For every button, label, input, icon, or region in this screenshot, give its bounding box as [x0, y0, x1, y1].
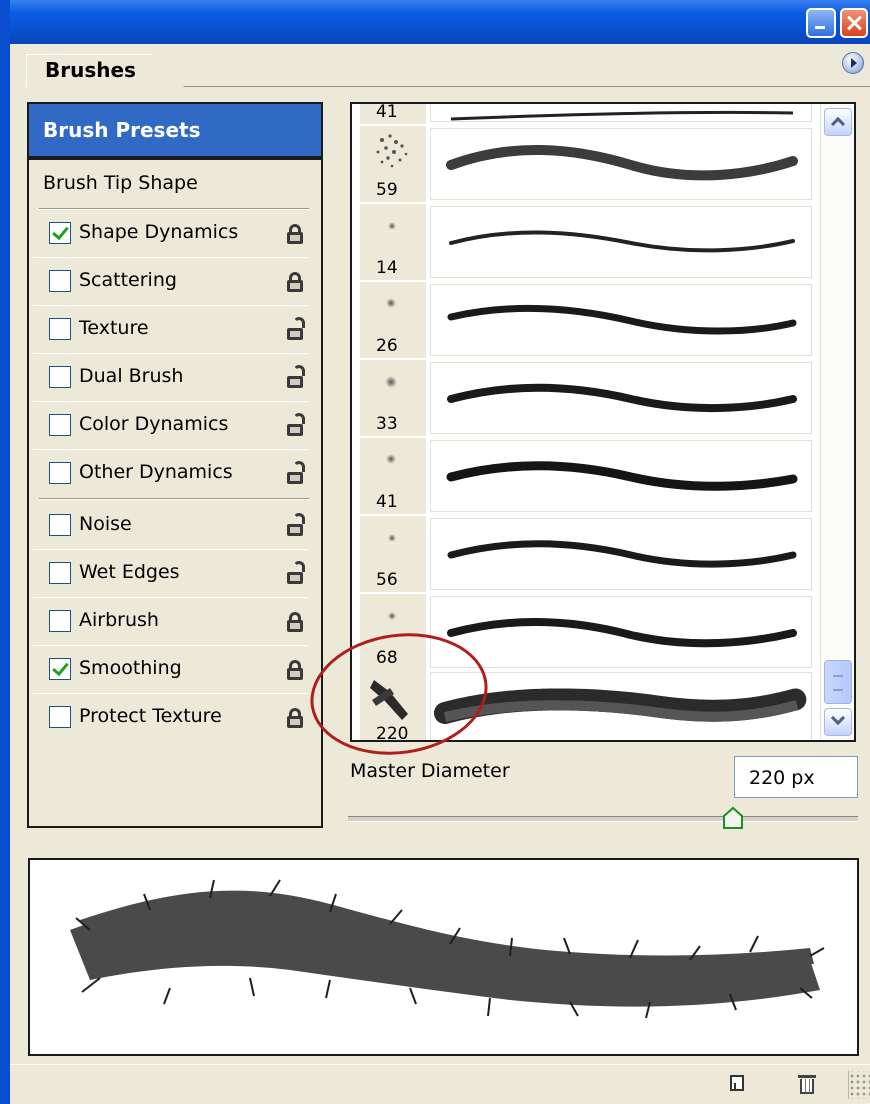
brush-stroke-preview: [430, 206, 812, 278]
master-diameter-slider[interactable]: [348, 816, 858, 822]
option-dual-brush[interactable]: Dual Brush: [29, 354, 321, 402]
brush-size-label: 26: [376, 336, 398, 356]
option-texture[interactable]: Texture: [29, 306, 321, 354]
unlock-icon[interactable]: [287, 365, 305, 388]
resize-grip-icon[interactable]: [848, 1071, 870, 1099]
option-label: Airbrush: [79, 609, 159, 631]
option-scattering[interactable]: Scattering: [29, 258, 321, 306]
tab-brushes-label: Brushes: [45, 58, 136, 82]
option-shape-dynamics[interactable]: Shape Dynamics: [29, 210, 321, 258]
option-other-dynamics[interactable]: Other Dynamics: [29, 450, 321, 498]
checkbox[interactable]: [49, 366, 71, 388]
unlock-icon[interactable]: [287, 561, 305, 584]
new-brush-icon[interactable]: [726, 1073, 748, 1095]
option-label: Other Dynamics: [79, 461, 233, 483]
scroll-up-icon[interactable]: [824, 108, 852, 136]
brush-stroke-preview: [430, 440, 812, 512]
master-diameter-label: Master Diameter: [350, 760, 510, 782]
checkbox[interactable]: [49, 414, 71, 436]
option-label: Noise: [79, 513, 132, 535]
brush-preset-row[interactable]: 41: [360, 438, 812, 514]
brush-stroke-preview: [430, 104, 812, 122]
option-color-dynamics[interactable]: Color Dynamics: [29, 402, 321, 450]
brush-stroke-preview: [430, 596, 812, 668]
brush-stroke-preview-area: [28, 858, 859, 1056]
option-label: Texture: [79, 317, 149, 339]
option-label: Color Dynamics: [79, 413, 229, 435]
master-diameter-input[interactable]: 220 px: [734, 756, 858, 798]
lock-icon[interactable]: [287, 660, 303, 680]
window-title-bar: [0, 0, 870, 44]
brush-tip-shape-item[interactable]: Brush Tip Shape: [43, 172, 198, 194]
divider: [39, 498, 309, 500]
minimize-icon[interactable]: [806, 8, 836, 38]
close-icon[interactable]: [840, 8, 868, 38]
option-airbrush[interactable]: Airbrush: [29, 598, 321, 646]
option-wet-edges[interactable]: Wet Edges: [29, 550, 321, 598]
brush-presets-item[interactable]: Brush Presets: [29, 104, 321, 156]
checkbox[interactable]: [49, 658, 71, 680]
brush-preset-row[interactable]: 26: [360, 282, 812, 358]
brush-stroke-preview: [430, 518, 812, 590]
checkbox[interactable]: [49, 514, 71, 536]
lock-icon[interactable]: [287, 224, 303, 244]
flyout-menu-icon[interactable]: [842, 52, 864, 74]
option-label: Wet Edges: [79, 561, 180, 583]
brush-size-label: 33: [376, 414, 398, 434]
unlock-icon[interactable]: [287, 461, 305, 484]
unlock-icon[interactable]: [287, 413, 305, 436]
unlock-icon[interactable]: [287, 513, 305, 536]
checkbox[interactable]: [49, 610, 71, 632]
brush-preset-row[interactable]: 41: [360, 104, 812, 124]
checkbox[interactable]: [49, 318, 71, 340]
lock-icon[interactable]: [287, 272, 303, 292]
brush-preset-row[interactable]: 59: [360, 126, 812, 202]
scroll-down-icon[interactable]: [824, 708, 852, 736]
option-protect-texture[interactable]: Protect Texture: [29, 694, 321, 742]
checkbox[interactable]: [49, 706, 71, 728]
option-label: Smoothing: [79, 657, 182, 679]
slider-thumb[interactable]: [722, 806, 744, 830]
option-label: Protect Texture: [79, 705, 222, 727]
brush-preset-row[interactable]: 14: [360, 204, 812, 280]
brush-size-label: 41: [376, 492, 398, 512]
option-smoothing[interactable]: Smoothing: [29, 646, 321, 694]
lock-icon[interactable]: [287, 708, 303, 728]
brush-stroke-preview: [430, 284, 812, 356]
option-label: Shape Dynamics: [79, 221, 239, 243]
unlock-icon[interactable]: [287, 317, 305, 340]
brush-stroke-preview: [430, 128, 812, 200]
option-label: Scattering: [79, 269, 177, 291]
checkbox[interactable]: [49, 462, 71, 484]
brush-size-label: 56: [376, 570, 398, 590]
lock-icon[interactable]: [287, 612, 303, 632]
tab-brushes[interactable]: Brushes: [26, 54, 184, 87]
brush-stroke-preview: [430, 362, 812, 434]
option-label: Dual Brush: [79, 365, 184, 387]
option-noise[interactable]: Noise: [29, 502, 321, 550]
checkbox[interactable]: [49, 562, 71, 584]
brush-preset-row[interactable]: 33: [360, 360, 812, 436]
tab-strip: Brushes: [10, 44, 870, 88]
panel-bottom-bar: [10, 1064, 870, 1104]
brush-size-label: 59: [376, 180, 398, 200]
brush-settings-list: Brush Presets Brush Tip Shape Shape Dyna…: [27, 102, 323, 828]
checkbox[interactable]: [49, 270, 71, 292]
trash-icon[interactable]: [796, 1073, 818, 1095]
brush-preset-row[interactable]: 56: [360, 516, 812, 592]
brush-list-scrollbar[interactable]: [820, 104, 854, 740]
scrollbar-thumb[interactable]: [824, 660, 852, 704]
brush-size-label: 41: [376, 104, 398, 122]
brush-size-label: 14: [376, 258, 398, 278]
checkbox[interactable]: [49, 222, 71, 244]
window-border: [0, 44, 10, 1104]
